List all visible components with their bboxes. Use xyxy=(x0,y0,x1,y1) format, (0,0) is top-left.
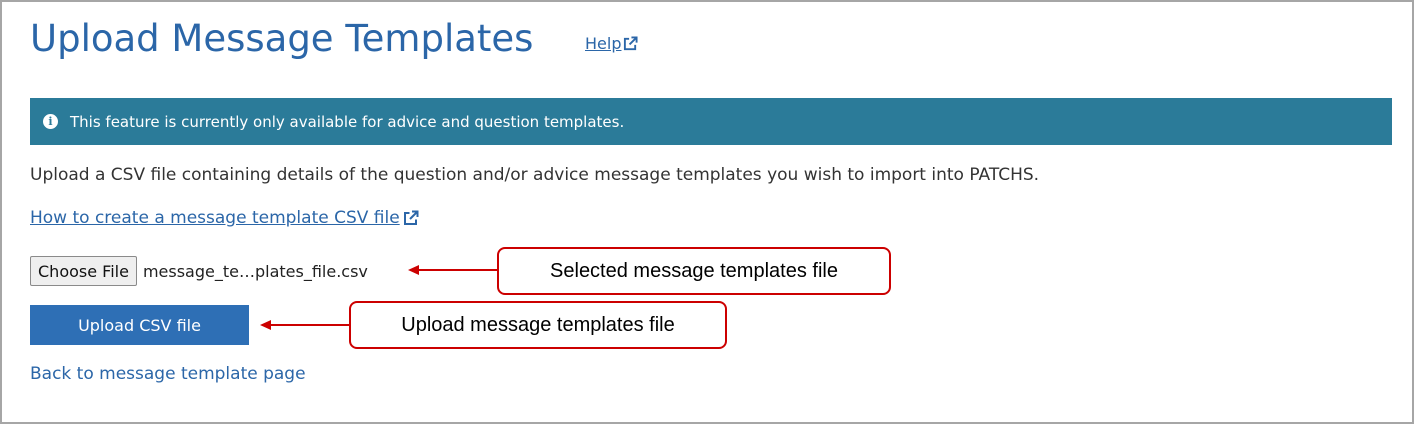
back-to-templates-link[interactable]: Back to message template page xyxy=(30,364,306,384)
info-alert: i This feature is currently only availab… xyxy=(30,98,1392,145)
howto-csv-link[interactable]: How to create a message template CSV fil… xyxy=(30,208,419,228)
info-icon: i xyxy=(43,114,58,129)
selected-file-name: message_te…plates_file.csv xyxy=(142,261,368,281)
callout-selected-file: Selected message templates file xyxy=(497,247,891,295)
external-link-icon xyxy=(623,36,639,51)
file-input: Choose File message_te…plates_file.csv xyxy=(30,256,368,286)
choose-file-button[interactable]: Choose File xyxy=(30,256,137,286)
help-link-label: Help xyxy=(585,34,622,53)
external-link-icon xyxy=(403,210,419,226)
upload-csv-button[interactable]: Upload CSV file xyxy=(30,305,249,345)
intro-text: Upload a CSV file containing details of … xyxy=(30,165,1040,185)
alert-text: This feature is currently only available… xyxy=(70,112,625,131)
howto-csv-link-label: How to create a message template CSV fil… xyxy=(30,208,400,228)
callout-upload-file: Upload message templates file xyxy=(349,301,727,349)
page-title: Upload Message Templates xyxy=(30,17,534,60)
help-link[interactable]: Help xyxy=(585,34,639,53)
